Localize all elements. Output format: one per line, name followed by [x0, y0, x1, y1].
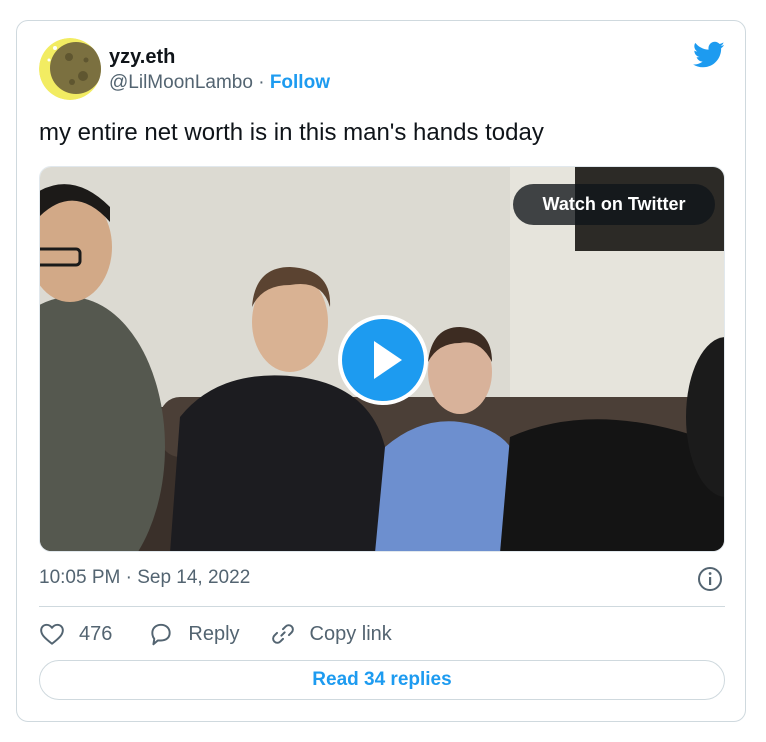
watch-on-twitter-button[interactable]: Watch on Twitter: [513, 184, 715, 225]
moon-avatar-icon[interactable]: [39, 38, 101, 100]
tweet-card: yzy.eth @LilMoonLambo · Follow my entire…: [16, 20, 746, 722]
read-replies-button[interactable]: Read 34 replies: [39, 660, 725, 700]
author-handle[interactable]: @LilMoonLambo: [109, 72, 253, 93]
like-count: 476: [79, 622, 113, 645]
divider: [39, 606, 725, 607]
link-icon: [271, 624, 294, 644]
reply-label: Reply: [188, 622, 240, 645]
twitter-bird-icon[interactable]: [693, 41, 725, 69]
copy-link-button[interactable]: Copy link: [270, 621, 392, 647]
tweet-text: my entire net worth is in this man's han…: [39, 119, 544, 146]
separator: ·: [258, 72, 265, 93]
like-button[interactable]: 476: [39, 621, 112, 647]
reply-button[interactable]: Reply: [148, 621, 240, 647]
info-icon[interactable]: [697, 566, 723, 592]
heart-icon: [40, 623, 64, 645]
play-icon[interactable]: [338, 315, 428, 405]
author-handle-row: @LilMoonLambo · Follow: [109, 72, 330, 94]
reply-bubble-icon: [151, 623, 172, 646]
author-name[interactable]: yzy.eth: [109, 46, 175, 69]
follow-button[interactable]: Follow: [270, 72, 330, 93]
copy-link-label: Copy link: [309, 622, 392, 645]
tweet-timestamp[interactable]: 10:05 PM · Sep 14, 2022: [39, 567, 250, 589]
video-player[interactable]: Watch on Twitter: [39, 166, 725, 552]
action-bar: 476 Reply Copy link: [39, 619, 392, 649]
